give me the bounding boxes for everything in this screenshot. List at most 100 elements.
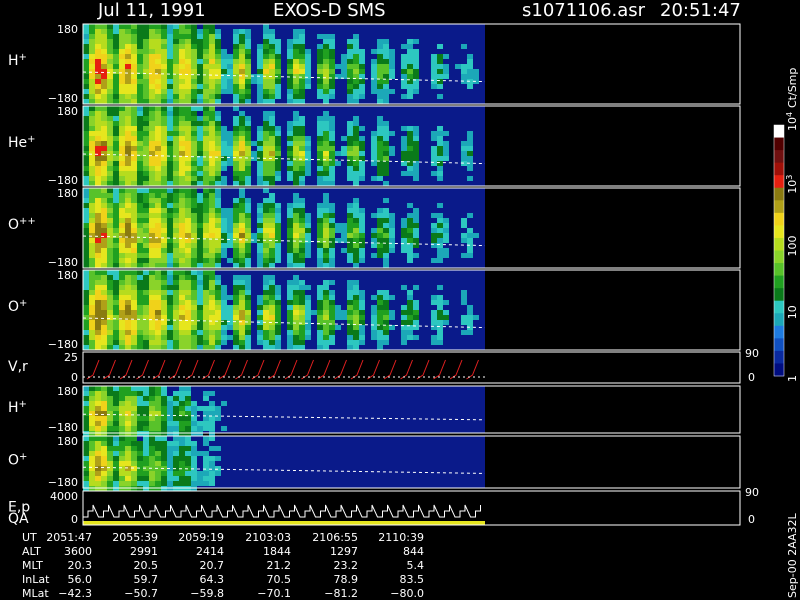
right-tick-top: 90 [745, 486, 759, 499]
y-tick-bottom: −180 [48, 174, 78, 187]
y-tick-bottom: −180 [48, 476, 78, 489]
table-cell: 83.5 [400, 573, 425, 586]
panel-label: H+ [8, 399, 27, 417]
table-row-label: InLat [22, 573, 50, 586]
table-cell: 844 [403, 545, 424, 558]
header-instrument: EXOS-D SMS [273, 0, 386, 21]
panel-group: H+180−180He+180−180O++180−180O+180−180V,… [8, 23, 759, 527]
table-cell: 20.3 [68, 559, 93, 572]
colorbar-swatch [774, 200, 784, 214]
table-cell: 5.4 [407, 559, 425, 572]
table-row-label: MLT [22, 559, 43, 572]
y-tick-bottom: −180 [48, 256, 78, 269]
y-tick-top: 180 [57, 105, 78, 118]
table-cell: −42.3 [58, 587, 92, 600]
table-cell: 20.7 [200, 559, 225, 572]
colorbar-swatch [774, 288, 784, 302]
colorbar-swatch [774, 125, 784, 139]
colorbar-tick: 1 [786, 375, 799, 382]
panel-h-plus-2: H+ 180 −180 [8, 385, 741, 436]
table-cell: −80.0 [390, 587, 424, 600]
panel-label-2: QA [8, 511, 29, 527]
colorbar-swatch [774, 212, 784, 226]
table-cell: 20.5 [134, 559, 159, 572]
table-cell: 2106:55 [312, 531, 358, 544]
table-cell: 23.2 [334, 559, 359, 572]
table-cell: 2059:19 [178, 531, 224, 544]
colorbar-swatch [774, 263, 784, 277]
panel-label: O++ [8, 216, 36, 234]
y-tick-bottom: 0 [71, 371, 78, 384]
table-cell: −50.7 [124, 587, 158, 600]
panel-vr: V,r 25 0 90 0 [8, 347, 759, 384]
y-tick-top: 180 [57, 435, 78, 448]
colorbar-tick: 103 [785, 175, 800, 194]
table-cell: 2103:03 [245, 531, 291, 544]
y-tick-top: 180 [57, 23, 78, 36]
chart-canvas: Jul 11, 1991 EXOS-D SMS s1071106.asr 20:… [8, 0, 800, 600]
table-cell: 2055:39 [112, 531, 158, 544]
panel-label: O+ [8, 298, 27, 316]
table-cell: 64.3 [200, 573, 225, 586]
colorbar-swatch [774, 275, 784, 289]
panel-label: O+ [8, 451, 27, 469]
y-tick-bottom: −180 [48, 421, 78, 434]
panel-label: He+ [8, 134, 36, 152]
colorbar-swatch [774, 313, 784, 327]
colorbar-swatch [774, 237, 784, 251]
colorbar-swatch [774, 225, 784, 239]
colorbar-swatch [774, 363, 784, 377]
colorbar-swatch [774, 325, 784, 339]
colorbar-swatch [774, 175, 784, 189]
table-cell: 59.7 [134, 573, 159, 586]
header-date: Jul 11, 1991 [97, 0, 206, 21]
colorbar-tick: 104 [785, 112, 800, 131]
panel-label: H+ [8, 52, 27, 70]
colorbar-tick: 10 [786, 305, 799, 319]
table-cell: 2110:39 [378, 531, 424, 544]
colorbar-swatch [774, 338, 784, 352]
table-cell: 70.5 [267, 573, 292, 586]
right-tick-bottom: 0 [748, 371, 755, 384]
header-file: s1071106.asr [522, 0, 646, 21]
colorbar-swatch [774, 187, 784, 201]
y-tick-bottom: −180 [48, 92, 78, 105]
colorbar-swatch [774, 300, 784, 314]
colorbar-swatch [774, 250, 784, 264]
table-cell: 78.9 [334, 573, 359, 586]
y-tick-top: 180 [57, 385, 78, 398]
table-cell: 2414 [196, 545, 224, 558]
right-tick-bottom: 0 [748, 513, 755, 526]
table-row-label: ALT [22, 545, 41, 558]
panel-h-plus: H+ 180 −180 [8, 23, 741, 105]
panel-label: V,r [8, 359, 28, 375]
colorbar-swatch [774, 350, 784, 364]
right-tick-top: 90 [745, 347, 759, 360]
side-note: Sep-00 2AA32L [786, 512, 799, 598]
table-cell: 21.2 [267, 559, 292, 572]
table-cell: −70.1 [257, 587, 291, 600]
table-row-label: MLat [22, 587, 49, 600]
table-cell: 3600 [64, 545, 92, 558]
colorbar-unit: Ct/Smp [786, 68, 799, 108]
panel-o-plus: O+ 180 −180 [8, 269, 741, 351]
table-cell: −59.8 [190, 587, 224, 600]
header-time: 20:51:47 [660, 0, 741, 21]
colorbar-swatch [774, 162, 784, 176]
panel-o-plus-2: O+ 180 −180 [8, 435, 741, 491]
colorbar-swatch [774, 150, 784, 164]
y-tick-bottom: −180 [48, 338, 78, 351]
y-tick-top: 25 [64, 351, 78, 364]
table-cell: 2991 [130, 545, 158, 558]
colorbar: 1 10 100 103 104 Ct/Smp [773, 68, 800, 382]
table-cell: −81.2 [324, 587, 358, 600]
y-tick-top: 4000 [50, 490, 78, 503]
panel-ep: E,pQA40000900 [8, 486, 759, 527]
panel-o-plus-plus: O++ 180 −180 [8, 187, 741, 269]
table-cell: 1297 [330, 545, 358, 558]
colorbar-tick: 100 [786, 236, 799, 257]
panel-he-plus: He+ 180 −180 [8, 105, 741, 187]
y-tick-bottom: 0 [71, 513, 78, 526]
table-cell: 56.0 [68, 573, 93, 586]
table-cell: 2051:47 [46, 531, 92, 544]
